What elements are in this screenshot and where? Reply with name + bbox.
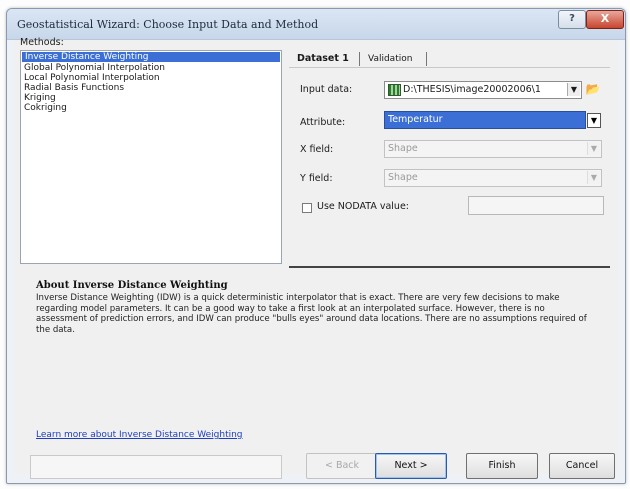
input-data-value: D:\THESIS\image20002006\1 [403,84,541,95]
x-field-value: Shape [388,143,418,154]
nodata-checkbox[interactable] [302,203,312,213]
chevron-down-icon: ▼ [587,171,600,184]
y-field-value: Shape [388,172,418,183]
help-button[interactable]: ? [558,10,586,29]
method-item-radial-basis[interactable]: Radial Basis Functions [21,83,281,93]
learn-more-link[interactable]: Learn more about Inverse Distance Weight… [36,430,243,440]
attribute-value: Temperatur [388,114,443,125]
chevron-down-icon: ▼ [587,142,600,155]
x-field-label: X field: [300,144,334,155]
methods-label: Methods: [20,37,64,48]
methods-list[interactable]: Inverse Distance Weighting Global Polyno… [20,50,282,264]
y-field-dropdown[interactable]: Shape ▼ [384,169,602,187]
tab-validation[interactable]: Validation [368,51,412,67]
attribute-dropdown[interactable]: Temperatur ▼ [384,111,601,129]
method-item-local-polynomial[interactable]: Local Polynomial Interpolation [21,73,281,83]
chevron-down-icon[interactable]: ▼ [567,83,580,96]
open-folder-icon[interactable]: 📂 [584,81,602,97]
next-button[interactable]: Next > [375,453,447,479]
method-item-idw[interactable]: Inverse Distance Weighting [22,52,280,62]
raster-layer-icon [388,84,401,96]
input-data-label: Input data: [300,84,353,95]
y-field-label: Y field: [300,173,333,184]
nodata-value-field[interactable] [468,196,604,215]
tab-divider [426,52,427,66]
status-field [30,455,282,479]
title-bar[interactable]: Geostatistical Wizard: Choose Input Data… [7,9,625,40]
tab-dataset-1[interactable]: Dataset 1 [297,51,349,67]
cancel-button[interactable]: Cancel [549,453,615,479]
method-item-global-polynomial[interactable]: Global Polynomial Interpolation [21,63,281,73]
method-item-kriging[interactable]: Kriging [21,93,281,103]
dialog-title: Geostatistical Wizard: Choose Input Data… [17,18,319,31]
close-button[interactable]: X [586,10,624,29]
attribute-label: Attribute: [300,117,346,128]
input-data-dropdown[interactable]: D:\THESIS\image20002006\1 ▼ [384,81,582,99]
nodata-label: Use NODATA value: [317,201,409,212]
tab-divider [359,52,360,66]
about-description: Inverse Distance Weighting (IDW) is a qu… [36,293,587,335]
back-button[interactable]: < Back [306,453,378,479]
finish-button[interactable]: Finish [466,453,538,479]
method-item-cokriging[interactable]: Cokriging [21,103,281,113]
about-title: About Inverse Distance Weighting [36,280,228,291]
chevron-down-icon[interactable]: ▼ [587,113,601,128]
x-field-dropdown[interactable]: Shape ▼ [384,140,602,158]
